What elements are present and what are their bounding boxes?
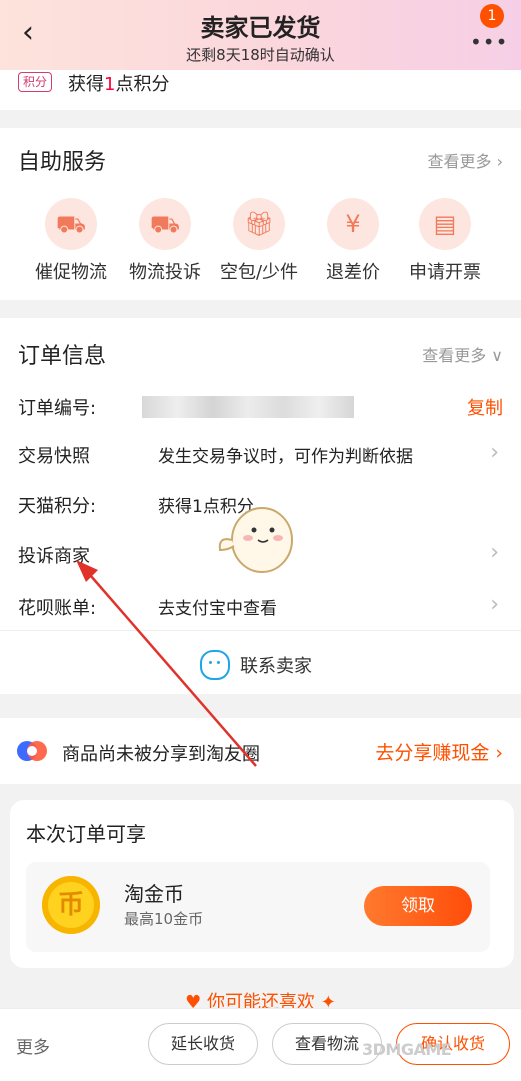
- page-title: 卖家已发货: [200, 14, 321, 42]
- taoyouquan-icon: [17, 741, 47, 761]
- auto-confirm-countdown: 还剩8天18时自动确认: [186, 46, 335, 64]
- share-row[interactable]: 商品尚未被分享到淘友圈 去分享赚现金 ›: [0, 718, 521, 784]
- order-benefits-card: 本次订单可享 币 淘金币 最高10金币 领取: [10, 800, 514, 968]
- service-price-refund[interactable]: ¥ 退差价: [308, 198, 398, 284]
- order-number-row: 订单编号: 复制: [0, 386, 521, 426]
- share-text: 商品尚未被分享到淘友圈: [62, 744, 260, 765]
- taojinbi-item: 币 淘金币 最高10金币 领取: [26, 862, 490, 952]
- self-service-more-link[interactable]: 查看更多 ›: [428, 148, 504, 172]
- yen-refund-icon: ¥: [345, 210, 361, 238]
- invoice-icon: ▤: [433, 210, 457, 238]
- points-row: 积分 获得1点积分: [0, 70, 521, 110]
- divider: [0, 630, 521, 631]
- self-service-card: 自助服务 查看更多 › ⛟ 催促物流 ⛟ 物流投诉 🎁︎ 空包/少件 ¥ 退差价…: [0, 128, 521, 300]
- order-number-redacted: [142, 396, 354, 418]
- chevron-right-icon: ›: [490, 592, 499, 617]
- service-request-invoice[interactable]: ▤ 申请开票: [400, 198, 490, 284]
- contact-seller-button[interactable]: 联系卖家: [0, 634, 521, 694]
- order-info-more-link[interactable]: 查看更多 ∨: [422, 342, 503, 366]
- copy-button[interactable]: 复制: [467, 394, 503, 420]
- top-bar: ‹ 卖家已发货 还剩8天18时自动确认 ••• 1: [0, 0, 521, 70]
- coin-limit: 最高10金币: [124, 910, 204, 928]
- chevron-right-icon: ›: [490, 540, 499, 565]
- watermark-3dmgame: 3DMGAME: [362, 1040, 452, 1059]
- huabei-bill-row[interactable]: 花呗账单: 去支付宝中查看 ›: [0, 586, 521, 626]
- points-text: 获得1点积分: [68, 74, 170, 95]
- more-button[interactable]: 更多: [16, 1033, 50, 1058]
- claim-button[interactable]: 领取: [364, 886, 472, 926]
- truck-complaint-icon: ⛟: [149, 210, 181, 238]
- gift-icon: 🎁︎: [243, 210, 275, 238]
- trade-snapshot-row[interactable]: 交易快照 发生交易争议时，可作为判断依据 ›: [0, 434, 521, 474]
- mascot-sticker: [218, 507, 293, 573]
- coin-name: 淘金币: [124, 882, 184, 906]
- gold-coin-icon: 币: [42, 876, 100, 934]
- more-menu-icon[interactable]: •••: [470, 30, 508, 54]
- order-info-title: 订单信息: [18, 344, 107, 369]
- points-tag: 积分: [18, 72, 53, 92]
- chat-face-icon: [200, 650, 230, 680]
- service-logistics-complaint[interactable]: ⛟ 物流投诉: [120, 198, 210, 284]
- self-service-title: 自助服务: [18, 150, 107, 175]
- benefits-title: 本次订单可享: [26, 822, 146, 846]
- service-empty-package[interactable]: 🎁︎ 空包/少件: [214, 198, 304, 284]
- chevron-right-icon: ›: [490, 440, 499, 465]
- share-earn-link[interactable]: 去分享赚现金 ›: [375, 738, 503, 765]
- you-may-like-header: ♥ 你可能还喜欢 ✦: [185, 992, 336, 1008]
- extend-receipt-button[interactable]: 延长收货: [148, 1023, 258, 1065]
- notification-badge: 1: [480, 4, 504, 28]
- truck-icon: ⛟: [55, 210, 87, 238]
- service-urge-logistics[interactable]: ⛟ 催促物流: [26, 198, 116, 284]
